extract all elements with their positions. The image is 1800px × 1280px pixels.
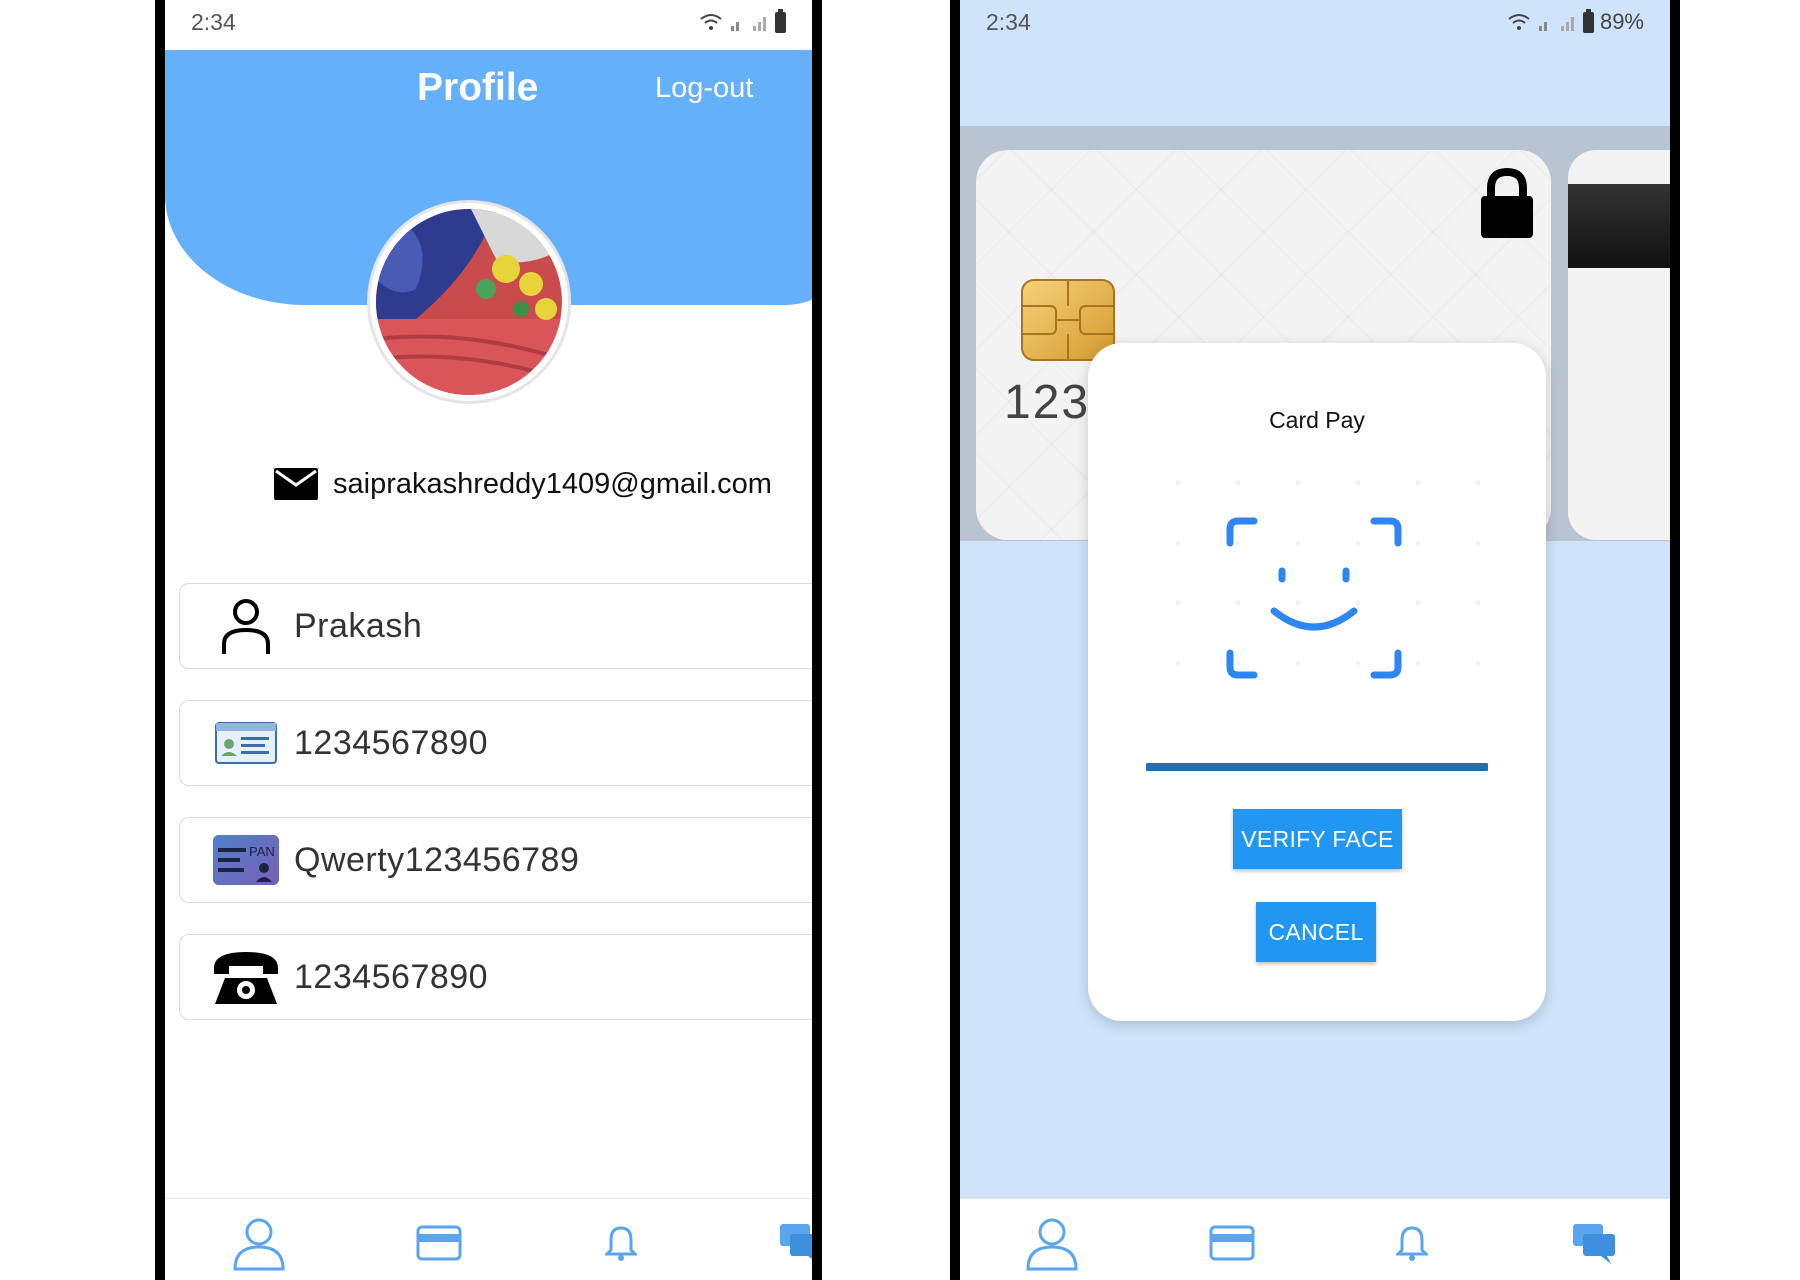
status-time: 2:34 (986, 8, 1031, 35)
email-row: saiprakashreddy1409@gmail.com (273, 466, 772, 502)
status-time: 2:34 (191, 8, 236, 35)
battery-icon (775, 8, 786, 33)
telephone-icon (210, 947, 282, 1007)
pan-value: Qwerty123456789 (294, 840, 580, 879)
verify-face-button[interactable]: VERIFY FACE (1233, 809, 1402, 869)
pan-card-icon: PAN (210, 830, 282, 890)
chat-nav-icon[interactable] (1564, 1213, 1624, 1273)
signal-icon (1538, 17, 1574, 31)
email-address: saiprakashreddy1409@gmail.com (333, 467, 772, 500)
status-bar: 2:34 89% (960, 0, 1670, 44)
pan-field[interactable]: PAN Qwerty123456789 (179, 817, 812, 903)
card-nav-icon[interactable] (409, 1213, 469, 1273)
notifications-nav-icon[interactable] (1382, 1213, 1442, 1273)
status-icons (699, 8, 786, 33)
id-card-icon (210, 713, 282, 773)
id-number-value: 1234567890 (294, 723, 489, 762)
card-pay-screen: 2:34 89% 123 Card Pay VERIFY FACE CANCEL (950, 0, 1680, 1280)
profile-nav-icon[interactable] (229, 1213, 289, 1273)
face-id-icon (1226, 517, 1402, 679)
name-value: Prakash (294, 606, 423, 645)
profile-screen: 2:34 Profile Log-out saiprakashreddy1409… (155, 0, 822, 1280)
payment-card-2[interactable] (1568, 150, 1670, 540)
bottom-nav (960, 1198, 1670, 1280)
logout-button[interactable]: Log-out (655, 72, 753, 105)
battery-percent: 89% (1599, 9, 1644, 34)
phone-field[interactable]: 1234567890 (179, 934, 812, 1020)
avatar[interactable] (367, 200, 571, 404)
wifi-icon (700, 14, 722, 30)
cancel-button[interactable]: CANCEL (1256, 902, 1376, 962)
notifications-nav-icon[interactable] (591, 1213, 651, 1273)
bottom-nav (165, 1198, 812, 1280)
avatar-image (376, 209, 562, 395)
signal-icon (731, 17, 766, 31)
wifi-icon (1508, 14, 1530, 30)
lock-icon[interactable] (1479, 168, 1535, 240)
card-pay-dialog: Card Pay VERIFY FACE CANCEL (1088, 343, 1546, 1021)
id-number-field[interactable]: 1234567890 (179, 700, 812, 786)
profile-nav-icon[interactable] (1022, 1213, 1082, 1273)
status-icons: 89% (1507, 8, 1644, 35)
card-nav-icon[interactable] (1202, 1213, 1262, 1273)
status-bar: 2:34 (165, 0, 812, 44)
card-number: 123 (1004, 376, 1091, 429)
phone-value: 1234567890 (294, 957, 489, 996)
person-icon (210, 596, 282, 656)
dialog-title: Card Pay (1269, 407, 1365, 433)
envelope-icon (274, 468, 318, 500)
battery-icon (1582, 8, 1594, 33)
progress-bar (1146, 763, 1488, 771)
chat-nav-icon[interactable] (771, 1213, 812, 1273)
magnetic-stripe (1568, 184, 1670, 268)
name-field[interactable]: Prakash (179, 583, 812, 669)
pan-icon-text: PAN (249, 844, 275, 859)
page-title: Profile (417, 66, 539, 109)
